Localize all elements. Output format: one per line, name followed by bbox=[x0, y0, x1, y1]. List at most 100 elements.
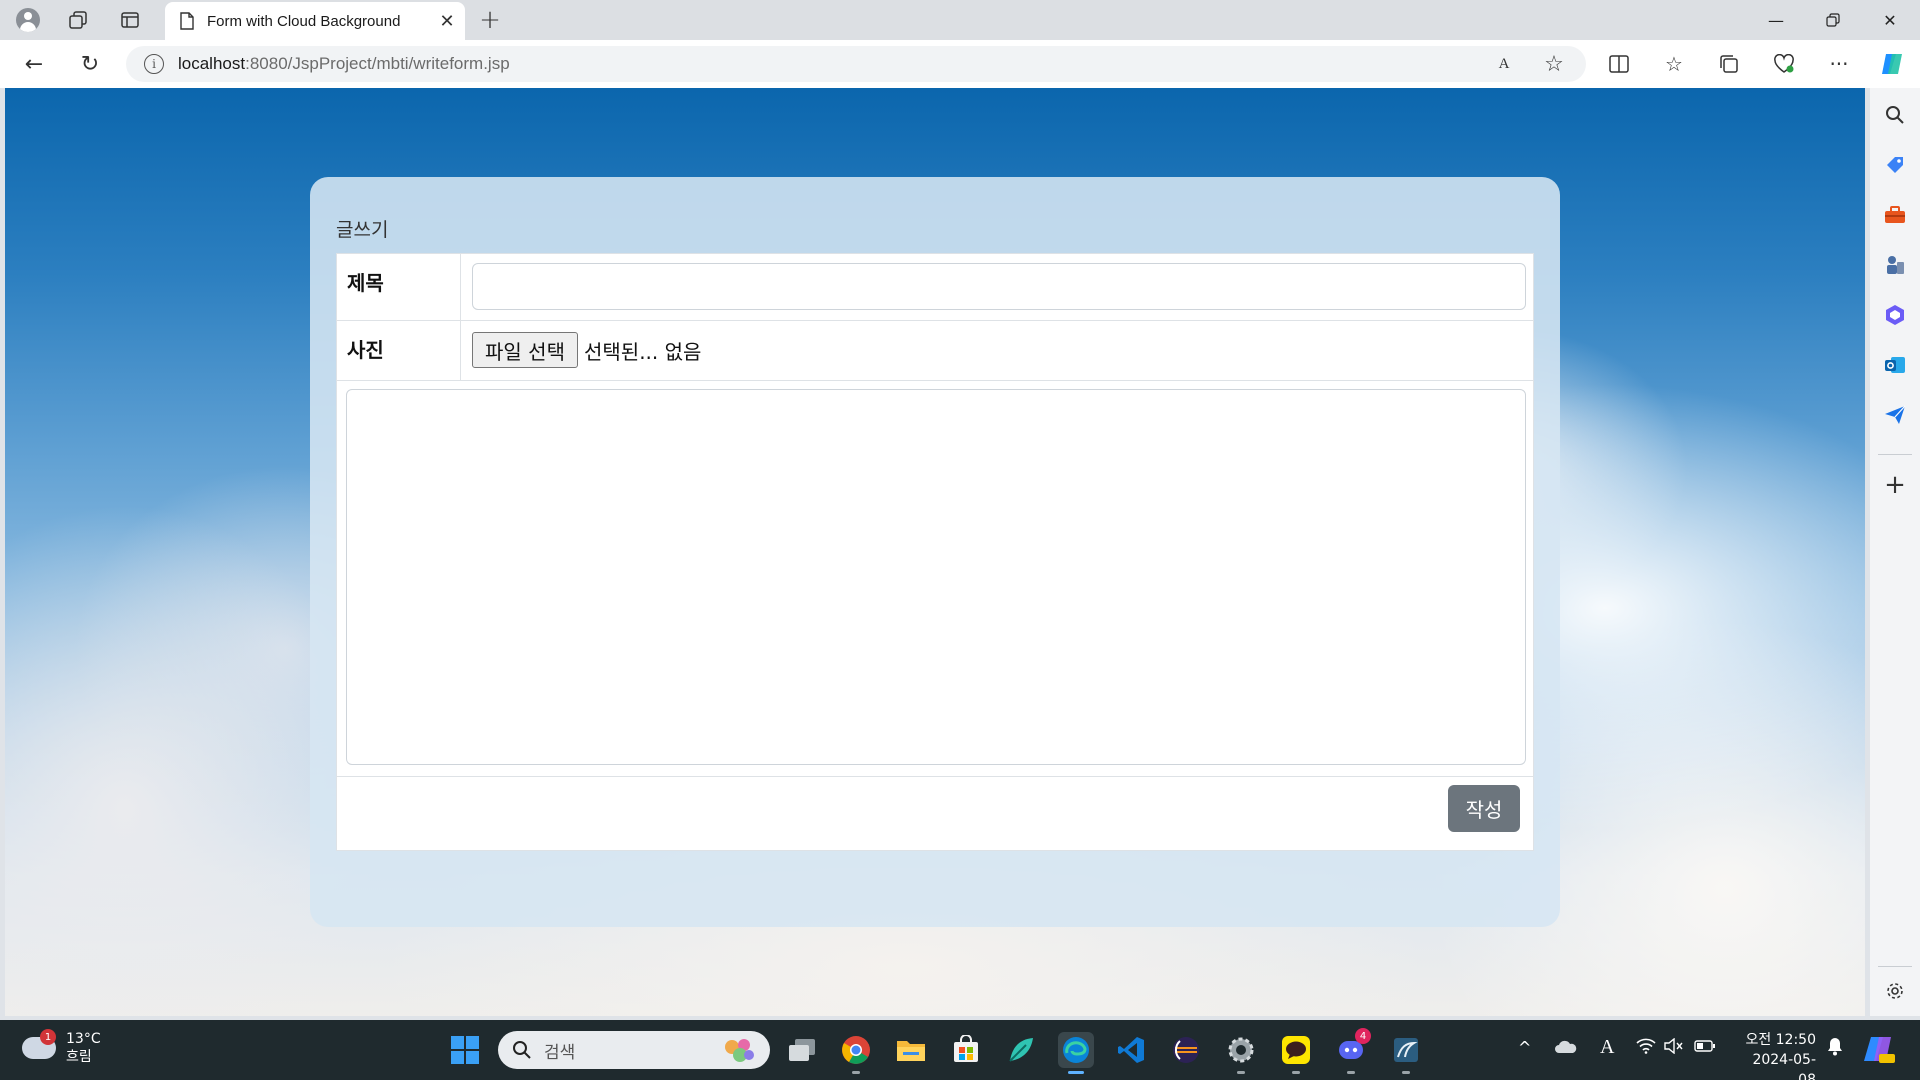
tab-actions-icon bbox=[121, 12, 139, 28]
url-text: localhost:8080/JspProject/mbti/writeform… bbox=[178, 54, 510, 74]
sidebar-drop-button[interactable] bbox=[1882, 402, 1908, 428]
clock-date: 2024-05-08 bbox=[1752, 1052, 1816, 1080]
sidebar-tools-button[interactable] bbox=[1882, 202, 1908, 228]
refresh-button[interactable]: ↻ bbox=[74, 48, 106, 80]
restore-button[interactable] bbox=[1805, 0, 1861, 40]
read-aloud-button[interactable]: A bbox=[1488, 48, 1520, 80]
collections-button[interactable] bbox=[1713, 48, 1745, 80]
system-clock[interactable]: 오전 12:50 2024-05-08 bbox=[1736, 1030, 1816, 1080]
clock-time: 오전 12:50 bbox=[1745, 1032, 1816, 1048]
heart-pulse-icon bbox=[1774, 54, 1794, 73]
database-icon bbox=[1394, 1038, 1418, 1062]
taskbar-task-view[interactable] bbox=[784, 1032, 820, 1068]
sidebar-office-button[interactable] bbox=[1882, 302, 1908, 328]
settings-icon bbox=[1887, 983, 1903, 999]
vertical-tabs-button[interactable] bbox=[114, 4, 146, 36]
subject-label: 제목 bbox=[347, 271, 384, 295]
new-tab-button[interactable]: + bbox=[474, 4, 506, 36]
taskbar-app-teal[interactable] bbox=[1003, 1032, 1039, 1068]
sidebar-add-button[interactable]: + bbox=[1882, 470, 1908, 500]
taskbar-search[interactable]: 검색 bbox=[498, 1031, 770, 1069]
search-icon bbox=[513, 1041, 531, 1059]
battery-icon bbox=[1694, 1040, 1715, 1052]
workspaces-button[interactable] bbox=[62, 4, 94, 36]
address-bar[interactable]: i localhost:8080/JspProject/mbti/writefo… bbox=[126, 46, 1586, 82]
taskbar-kakaotalk[interactable] bbox=[1278, 1032, 1314, 1074]
chess-icon bbox=[1887, 256, 1904, 274]
row-divider bbox=[337, 320, 1533, 321]
minimize-icon: — bbox=[1768, 10, 1784, 30]
tag-icon bbox=[1887, 157, 1903, 173]
url-path: :8080/JspProject/mbti/writeform.jsp bbox=[245, 54, 510, 73]
read-aloud-icon: A bbox=[1498, 55, 1510, 72]
sidebar-shopping-button[interactable] bbox=[1882, 152, 1908, 178]
notification-button[interactable] bbox=[1826, 1036, 1844, 1061]
sidebar-search-button[interactable] bbox=[1882, 102, 1908, 128]
store-icon bbox=[954, 1035, 978, 1062]
tab-close-button[interactable]: ✕ bbox=[435, 9, 459, 33]
tray-wifi[interactable] bbox=[1636, 1038, 1656, 1058]
office-icon bbox=[1886, 305, 1904, 325]
chevron-up-icon: ^ bbox=[1518, 1038, 1532, 1057]
row-divider bbox=[337, 776, 1533, 777]
tray-volume[interactable] bbox=[1664, 1037, 1684, 1058]
sidebar-divider bbox=[1878, 966, 1912, 967]
add-icon: + bbox=[1884, 470, 1906, 500]
outlook-icon bbox=[1885, 357, 1905, 373]
tray-input-method[interactable]: A bbox=[1600, 1036, 1614, 1059]
weather-temperature: 13°C bbox=[66, 1031, 101, 1047]
copilot-taskbar-button[interactable] bbox=[1862, 1032, 1896, 1070]
copilot-button[interactable] bbox=[1876, 48, 1908, 80]
edge-sidebar: + bbox=[1870, 88, 1920, 1016]
start-button[interactable] bbox=[447, 1032, 483, 1068]
taskbar-mysql-workbench[interactable] bbox=[1388, 1032, 1424, 1074]
sidebar-settings-button[interactable] bbox=[1882, 978, 1908, 1004]
close-window-button[interactable]: ✕ bbox=[1862, 0, 1918, 40]
write-form-table: 제목 사진 파일 선택 선택된... 없음 작성 bbox=[336, 253, 1534, 851]
task-view-icon bbox=[789, 1039, 815, 1061]
tray-onedrive[interactable] bbox=[1554, 1038, 1578, 1058]
page-viewport: 글쓰기 제목 사진 파일 선택 선택된... 없음 작성 bbox=[5, 88, 1865, 1016]
copilot-pre-icon bbox=[1864, 1037, 1895, 1063]
browser-essentials-button[interactable] bbox=[1768, 48, 1800, 80]
content-textarea[interactable] bbox=[346, 389, 1526, 765]
row-divider bbox=[337, 380, 1533, 381]
taskbar-vscode[interactable] bbox=[1113, 1032, 1149, 1068]
profile-button[interactable] bbox=[12, 4, 44, 36]
sidebar-games-button[interactable] bbox=[1882, 252, 1908, 278]
info-icon[interactable]: i bbox=[144, 54, 164, 74]
taskbar-file-explorer[interactable] bbox=[893, 1032, 929, 1068]
refresh-icon: ↻ bbox=[80, 51, 100, 77]
minimize-button[interactable]: — bbox=[1748, 0, 1804, 40]
running-indicator bbox=[1292, 1071, 1300, 1074]
running-indicator bbox=[1347, 1071, 1355, 1074]
more-icon: ··· bbox=[1829, 52, 1849, 76]
split-screen-button[interactable] bbox=[1603, 48, 1635, 80]
sidebar-outlook-button[interactable] bbox=[1882, 352, 1908, 378]
file-select-button[interactable]: 파일 선택 bbox=[472, 332, 578, 368]
tray-battery[interactable] bbox=[1694, 1038, 1716, 1057]
folder-icon bbox=[897, 1041, 925, 1061]
favorites-button[interactable]: ☆ bbox=[1658, 48, 1690, 80]
bell-icon bbox=[1828, 1038, 1842, 1056]
tray-overflow-button[interactable]: ^ bbox=[1518, 1038, 1531, 1057]
subject-input[interactable] bbox=[472, 263, 1526, 310]
weather-widget[interactable]: 1 13°C 흐림 bbox=[22, 1029, 101, 1066]
taskbar-eclipse[interactable] bbox=[1168, 1032, 1204, 1068]
taskbar-discord[interactable]: 4 bbox=[1333, 1028, 1371, 1074]
submit-button[interactable]: 작성 bbox=[1448, 785, 1520, 832]
collections-icon bbox=[1720, 55, 1738, 73]
feather-app-icon bbox=[1009, 1038, 1033, 1062]
send-icon bbox=[1885, 405, 1906, 424]
input-method-icon: A bbox=[1600, 1036, 1615, 1058]
taskbar-store[interactable] bbox=[948, 1032, 984, 1068]
taskbar-edge[interactable] bbox=[1058, 1032, 1094, 1074]
favorite-button[interactable]: ☆ bbox=[1538, 48, 1570, 80]
tab-active[interactable]: Form with Cloud Background ✕ bbox=[165, 2, 465, 40]
taskbar-settings[interactable] bbox=[1223, 1032, 1259, 1074]
back-button[interactable]: ← bbox=[18, 48, 50, 80]
split-screen-icon bbox=[1609, 55, 1629, 73]
windows-taskbar: 1 13°C 흐림 검색 4 ^ A 오전 12:50 2024-05-08 bbox=[0, 1020, 1920, 1080]
settings-more-button[interactable]: ··· bbox=[1823, 48, 1855, 80]
taskbar-chrome[interactable] bbox=[838, 1032, 874, 1074]
